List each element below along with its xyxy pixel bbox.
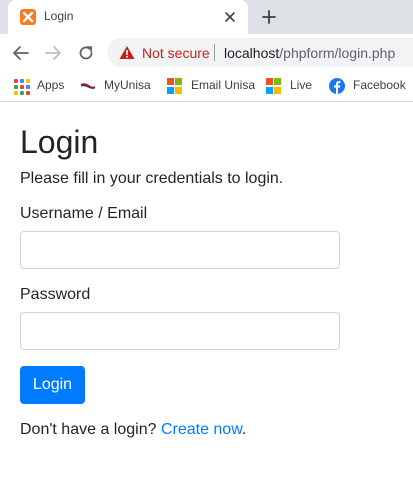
reload-icon[interactable] [76,43,96,63]
page-subtitle: Please fill in your credentials to login… [20,170,284,187]
omnibox-divider [214,44,215,61]
password-field[interactable] [20,312,340,350]
password-label: Password [20,286,91,303]
signup-suffix: . [241,421,247,438]
page-title: Login [20,124,99,160]
username-field[interactable] [20,231,340,269]
login-button[interactable]: Login [20,366,85,404]
xampp-icon [20,9,36,25]
tab-title: Login [44,9,74,23]
facebook-icon [329,78,345,94]
security-status[interactable]: Not secure [142,45,210,61]
bookmark-label: Email Unisa [191,78,256,92]
create-account-link[interactable]: Create now [161,421,242,438]
warning-triangle-icon[interactable] [119,45,135,60]
microsoft-logo-icon [266,78,282,94]
arrow-left-icon[interactable] [11,43,31,63]
bookmark-label: Live [290,78,313,92]
url-text[interactable]: localhost/phpform/login.php [224,45,395,61]
unisa-flag-icon [80,78,96,94]
close-icon[interactable] [222,9,238,25]
username-label: Username / Email [20,205,148,222]
plus-icon[interactable] [260,8,278,26]
bookmark-label: Facebook [353,78,406,92]
arrow-right-icon[interactable] [43,43,63,63]
address-bar[interactable]: Not secure localhost/phpform/login.php [107,38,413,67]
bookmark-label: Apps [37,78,65,92]
microsoft-logo-icon [167,78,183,94]
bookmark-label: MyUnisa [104,78,151,92]
browser-tab[interactable]: Login [8,0,248,34]
signup-prompt-text: Don't have a login? [20,421,161,438]
url-path: /phpform/login.php [279,45,396,61]
url-host: localhost [224,45,280,61]
apps-grid-icon [13,78,30,95]
tab-strip: Login [0,0,413,34]
signup-prompt: Don't have a login? Create now. [20,421,246,439]
bookmarks-bar: Apps MyUnisa Email Unisa Live Facebook [0,71,413,102]
browser-toolbar: Not secure localhost/phpform/login.php [0,34,413,71]
